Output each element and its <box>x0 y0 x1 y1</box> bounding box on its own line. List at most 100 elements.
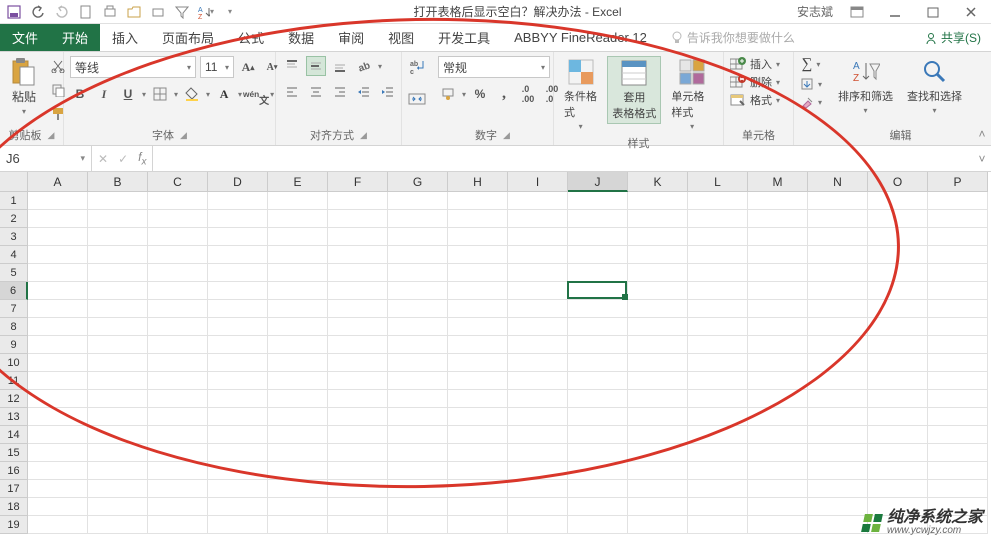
bold-button[interactable]: B <box>70 84 90 104</box>
cell[interactable] <box>328 390 388 408</box>
font-color-icon[interactable]: A <box>214 84 234 104</box>
cell[interactable] <box>628 408 688 426</box>
formula-input[interactable] <box>153 146 973 171</box>
column-header[interactable]: C <box>148 172 208 192</box>
cell[interactable] <box>568 300 628 318</box>
cell[interactable] <box>868 282 928 300</box>
cell[interactable] <box>88 246 148 264</box>
cell[interactable] <box>388 516 448 534</box>
cell[interactable] <box>208 318 268 336</box>
cell[interactable] <box>148 444 208 462</box>
cell[interactable] <box>688 516 748 534</box>
cell[interactable] <box>448 192 508 210</box>
cell[interactable] <box>868 318 928 336</box>
cell[interactable] <box>928 282 988 300</box>
cancel-formula-icon[interactable]: ✕ <box>98 152 108 166</box>
cell[interactable] <box>268 426 328 444</box>
cell[interactable] <box>148 300 208 318</box>
quick-print-icon[interactable] <box>150 4 166 20</box>
open-icon[interactable] <box>126 4 142 20</box>
cell[interactable] <box>148 264 208 282</box>
cell[interactable] <box>928 336 988 354</box>
dialog-launcher-icon[interactable]: ◢ <box>180 130 187 141</box>
cell[interactable] <box>328 516 388 534</box>
row-header[interactable]: 1 <box>0 192 28 210</box>
cell[interactable] <box>268 192 328 210</box>
cell[interactable] <box>568 498 628 516</box>
tab-review[interactable]: 审阅 <box>326 24 376 51</box>
row-header[interactable]: 4 <box>0 246 28 264</box>
cell[interactable] <box>268 228 328 246</box>
cell[interactable] <box>868 264 928 282</box>
cell[interactable] <box>628 462 688 480</box>
column-header[interactable]: L <box>688 172 748 192</box>
cell[interactable] <box>88 264 148 282</box>
cell[interactable] <box>808 462 868 480</box>
cell[interactable] <box>688 408 748 426</box>
align-middle-icon[interactable] <box>306 56 326 76</box>
cell[interactable] <box>268 480 328 498</box>
cell[interactable] <box>508 516 568 534</box>
tab-insert[interactable]: 插入 <box>100 24 150 51</box>
cell[interactable] <box>448 210 508 228</box>
cell[interactable] <box>28 498 88 516</box>
row-header[interactable]: 6 <box>0 282 28 300</box>
border-icon[interactable] <box>150 84 170 104</box>
column-header[interactable]: H <box>448 172 508 192</box>
cell[interactable] <box>28 336 88 354</box>
cell[interactable] <box>148 228 208 246</box>
cell[interactable] <box>568 210 628 228</box>
cell[interactable] <box>448 498 508 516</box>
cell[interactable] <box>508 462 568 480</box>
cell[interactable] <box>568 480 628 498</box>
sort-filter-button[interactable]: AZ 排序和筛选 ▾ <box>834 56 897 117</box>
cell[interactable] <box>748 444 808 462</box>
cell[interactable] <box>928 372 988 390</box>
cell[interactable] <box>388 336 448 354</box>
column-header[interactable]: B <box>88 172 148 192</box>
cell[interactable] <box>568 192 628 210</box>
cell[interactable] <box>808 336 868 354</box>
print-preview-icon[interactable] <box>102 4 118 20</box>
cell[interactable] <box>28 246 88 264</box>
row-header[interactable]: 19 <box>0 516 28 534</box>
cell[interactable] <box>208 282 268 300</box>
cell[interactable] <box>448 408 508 426</box>
cell[interactable] <box>808 444 868 462</box>
cell[interactable] <box>88 390 148 408</box>
cell[interactable] <box>28 426 88 444</box>
filter-icon[interactable] <box>174 4 190 20</box>
percent-icon[interactable]: % <box>470 84 490 104</box>
cell[interactable] <box>748 336 808 354</box>
cell[interactable] <box>868 246 928 264</box>
row-header[interactable]: 14 <box>0 426 28 444</box>
cell[interactable] <box>628 426 688 444</box>
chevron-down-icon[interactable]: ▾ <box>142 90 146 99</box>
align-left-icon[interactable] <box>282 82 302 102</box>
cell[interactable] <box>208 246 268 264</box>
fill-color-icon[interactable] <box>182 84 202 104</box>
cell[interactable] <box>388 480 448 498</box>
phonetic-icon[interactable]: wén文 <box>246 84 266 104</box>
cell[interactable] <box>208 300 268 318</box>
row-header[interactable]: 15 <box>0 444 28 462</box>
cell[interactable] <box>208 390 268 408</box>
cell[interactable] <box>628 282 688 300</box>
cell[interactable] <box>688 354 748 372</box>
cell[interactable] <box>328 426 388 444</box>
increase-font-icon[interactable]: A▴ <box>238 57 258 77</box>
cell[interactable] <box>148 516 208 534</box>
cell[interactable] <box>268 444 328 462</box>
cell[interactable] <box>388 408 448 426</box>
cell[interactable] <box>208 498 268 516</box>
row-header[interactable]: 8 <box>0 318 28 336</box>
column-header[interactable]: A <box>28 172 88 192</box>
cell[interactable] <box>748 318 808 336</box>
cell[interactable] <box>748 264 808 282</box>
cell[interactable] <box>748 354 808 372</box>
cell[interactable] <box>568 426 628 444</box>
cell[interactable] <box>28 192 88 210</box>
cell[interactable] <box>568 318 628 336</box>
cell[interactable] <box>508 372 568 390</box>
cell[interactable] <box>748 282 808 300</box>
